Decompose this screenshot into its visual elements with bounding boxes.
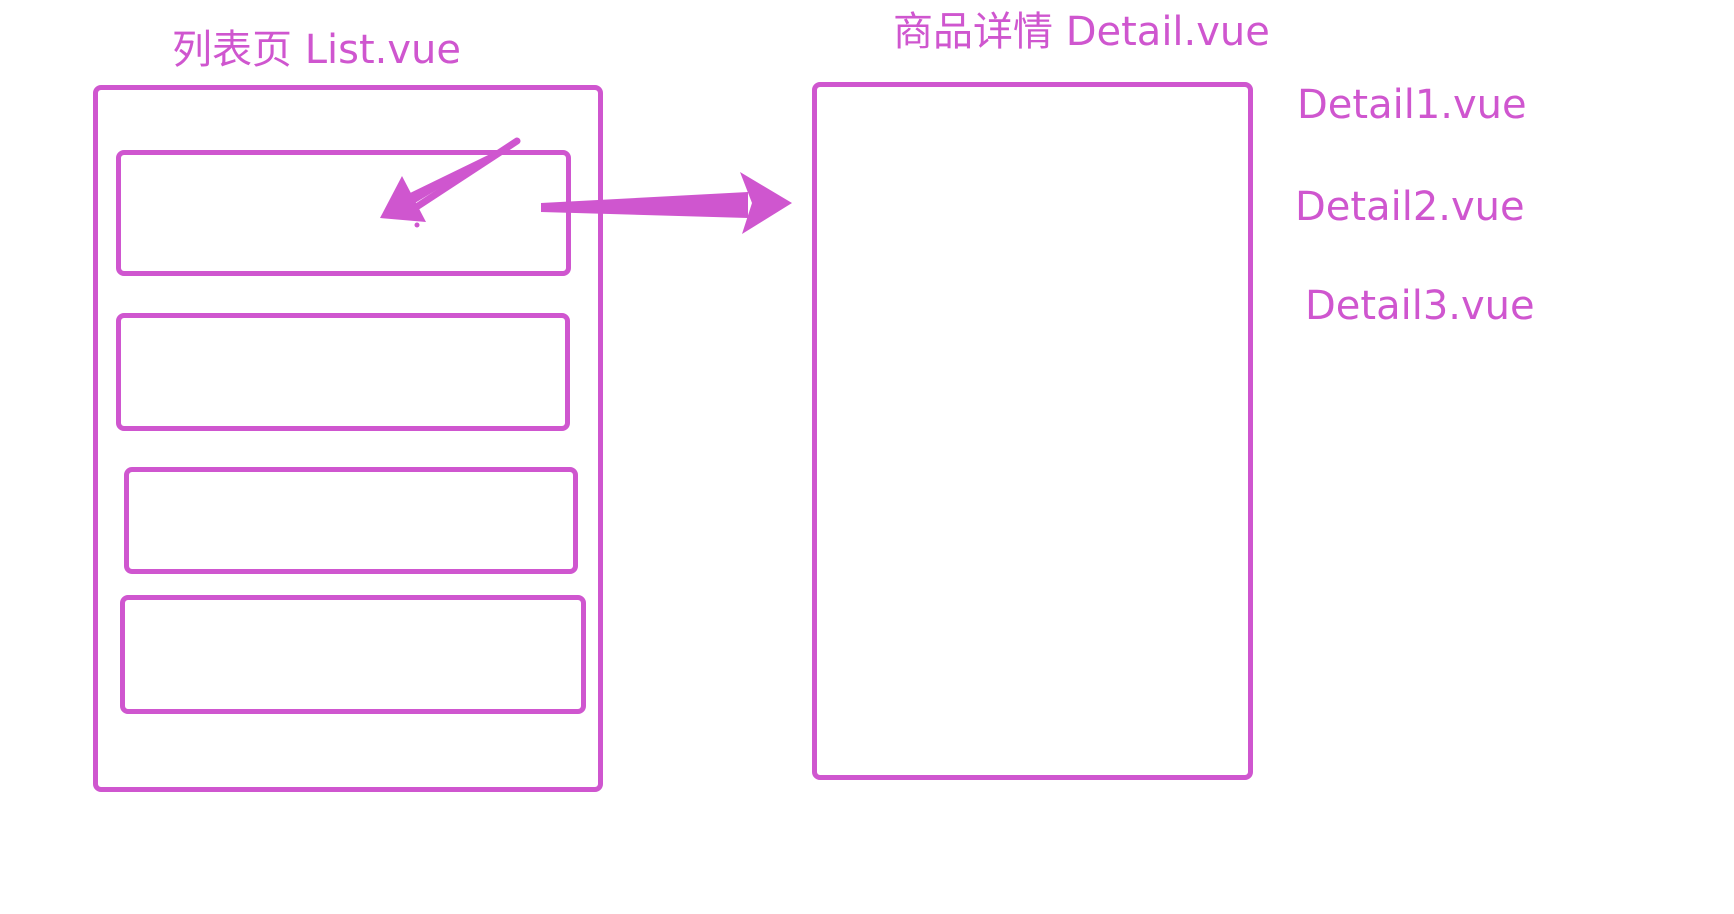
click-item-arrow (380, 137, 521, 228)
navigate-to-detail-arrow (541, 172, 792, 234)
arrows-layer (380, 137, 792, 234)
